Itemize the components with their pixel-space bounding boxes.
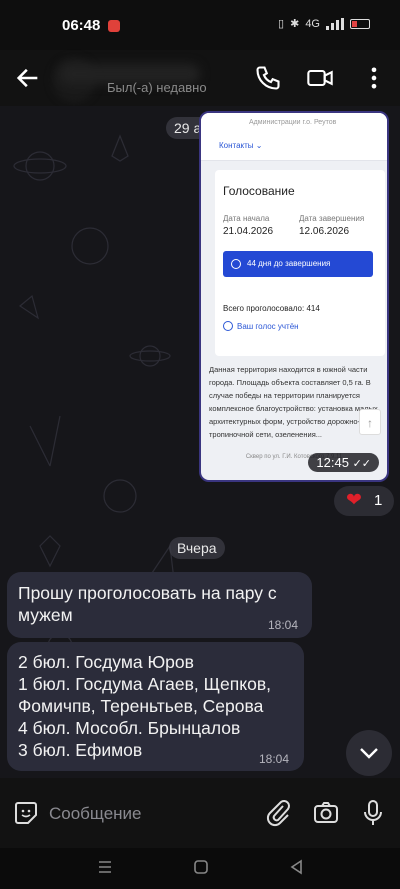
signal-icon [326, 17, 344, 30]
check-circle-icon [223, 321, 233, 331]
status-bar: 06:48 ▯ ✱ 4G [0, 0, 400, 50]
camera-icon[interactable] [312, 798, 340, 828]
chat-header: Был(-а) недавно [0, 50, 400, 106]
attach-paperclip-icon[interactable] [264, 798, 292, 828]
date-separator: Вчера [169, 537, 225, 559]
chat-area[interactable]: 29 апр. Администрации г.о. Реутов Контак… [0, 106, 400, 778]
days-remaining-button: 44 дня до завершения [223, 251, 373, 277]
video-call-icon[interactable] [306, 64, 334, 92]
start-date-value: 21.04.2026 [223, 226, 274, 237]
voting-card: Голосование Дата начала 21.04.2026 Дата … [215, 170, 385, 356]
admin-line: Администрации г.о. Реутов [249, 119, 337, 126]
reaction-chip[interactable]: ❤ 1 [334, 486, 394, 516]
end-date-label: Дата завершения [299, 214, 365, 223]
message-time: 18:04 [259, 752, 290, 766]
message-input[interactable]: Сообщение [49, 804, 142, 824]
heart-icon: ❤ [346, 490, 362, 511]
clock-icon [231, 259, 241, 269]
start-date-label: Дата начала [223, 214, 270, 223]
total-voted: Всего проголосовало: 414 [223, 304, 320, 313]
status-time: 06:48 [62, 17, 101, 34]
system-nav-bar [0, 848, 400, 889]
message-bubble[interactable]: Прошу проголосовать на пару с мужем 18:0… [7, 572, 312, 638]
notification-app-icon [108, 20, 120, 32]
network-type: 4G [305, 17, 320, 30]
recent-apps-icon[interactable] [96, 858, 114, 876]
read-double-check-icon: ✓✓ [352, 458, 371, 470]
status-indicators: ▯ ✱ 4G [278, 17, 370, 30]
page-header-fragment: Администрации г.о. Реутов Контакты ⌄ [201, 113, 387, 161]
back-arrow-icon[interactable] [14, 64, 42, 92]
microphone-icon[interactable] [360, 798, 386, 828]
message-bubble[interactable]: 2 бюл. Госдума Юров 1 бюл. Госдума Агаев… [7, 642, 304, 771]
chevron-down-icon [360, 748, 378, 759]
image-message[interactable]: Администрации г.о. Реутов Контакты ⌄ Гол… [199, 111, 389, 482]
home-icon[interactable] [192, 858, 210, 876]
contact-status: Был(-а) недавно [107, 80, 207, 95]
message-text: 2 бюл. Госдума Юров 1 бюл. Госдума Агаев… [18, 652, 271, 760]
message-text: Прошу проголосовать на пару с мужем [18, 583, 277, 625]
nav-back-icon[interactable] [288, 858, 306, 876]
scroll-to-bottom-button[interactable] [346, 730, 392, 776]
battery-low-icon [350, 18, 370, 29]
bluetooth-icon: ✱ [290, 18, 300, 30]
phone-call-icon[interactable] [254, 64, 282, 92]
message-composer: Сообщение [0, 778, 400, 848]
sticker-icon[interactable] [12, 799, 40, 827]
more-menu-icon[interactable] [360, 64, 388, 92]
message-time: 18:04 [268, 618, 299, 632]
voting-title: Голосование [223, 184, 295, 198]
arrow-up-icon: ↑ [359, 409, 381, 435]
reaction-count: 1 [374, 492, 383, 509]
contacts-link: Контакты ⌄ [219, 141, 263, 150]
message-time: 12:45 ✓✓ [308, 453, 379, 472]
vote-counted: Ваш голос учтён [223, 321, 299, 331]
vibrate-icon: ▯ [278, 18, 285, 30]
end-date-value: 12.06.2026 [299, 226, 350, 237]
